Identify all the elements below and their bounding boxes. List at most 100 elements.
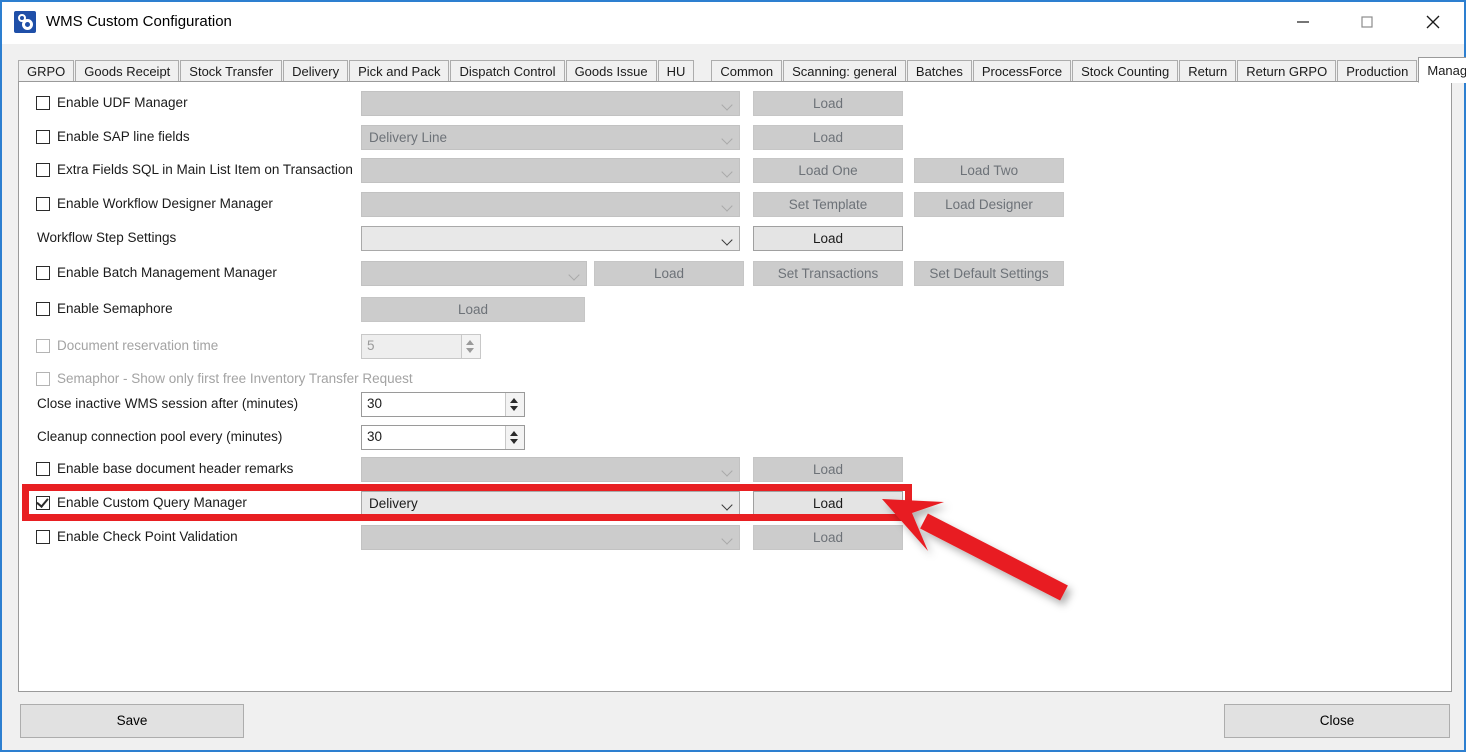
chevron-down-icon	[570, 271, 579, 280]
title-bar: WMS Custom Configuration	[2, 2, 1464, 44]
close-button[interactable]: Close	[1224, 704, 1450, 738]
tab-pick-and-pack[interactable]: Pick and Pack	[349, 60, 449, 82]
checkbox-semaphore[interactable]	[36, 302, 50, 316]
maximize-button[interactable]	[1344, 2, 1390, 42]
spinner-up-icon	[466, 340, 474, 345]
spinner-buttons-cleanup-connection-pool[interactable]	[505, 426, 524, 449]
spinner-down-icon	[466, 348, 474, 353]
label-document-reservation-time: Document reservation time	[57, 338, 218, 354]
label-extra-fields-sql: Extra Fields SQL in Main List Item on Tr…	[57, 162, 353, 178]
combobox-value-custom-query-manager: Delivery	[369, 496, 418, 511]
app-gear-icon	[14, 11, 36, 33]
button-extra-fields-sql-load-two: Load Two	[914, 158, 1064, 183]
window-title: WMS Custom Configuration	[46, 13, 232, 30]
checkbox-workflow-designer-manager[interactable]	[36, 197, 50, 211]
gear-large-icon	[22, 19, 33, 30]
combobox-workflow-step-settings[interactable]	[361, 226, 740, 251]
checkbox-udf-manager[interactable]	[36, 96, 50, 110]
label-base-document-header-remarks: Enable base document header remarks	[57, 461, 293, 477]
label-check-point-validation: Enable Check Point Validation	[57, 529, 238, 545]
combobox-custom-query-manager[interactable]: Delivery	[361, 491, 740, 516]
tab-stock-transfer[interactable]: Stock Transfer	[180, 60, 282, 82]
chevron-down-icon	[723, 202, 732, 211]
chevron-down-icon	[723, 101, 732, 110]
combobox-udf-manager	[361, 91, 740, 116]
button-semaphore-load: Load	[361, 297, 585, 322]
chevron-down-icon	[723, 501, 732, 510]
tab-delivery[interactable]: Delivery	[283, 60, 348, 82]
label-semaphor-first-free-itr: Semaphor - Show only first free Inventor…	[57, 371, 413, 387]
spinner-close-inactive-session[interactable]: 30	[361, 392, 525, 417]
button-extra-fields-sql-load-one: Load One	[753, 158, 903, 183]
combobox-sap-line-fields: Delivery Line	[361, 125, 740, 150]
tab-goods-issue[interactable]: Goods Issue	[566, 60, 657, 82]
spinner-down-icon[interactable]	[510, 439, 518, 444]
combobox-check-point-validation	[361, 525, 740, 550]
spinner-buttons-close-inactive-session[interactable]	[505, 393, 524, 416]
checkbox-sap-line-fields[interactable]	[36, 130, 50, 144]
checkbox-semaphor-first-free-itr	[36, 372, 50, 386]
spinner-down-icon[interactable]	[510, 406, 518, 411]
combobox-batch-management-manager	[361, 261, 587, 286]
tab-common[interactable]: Common	[711, 60, 782, 82]
tab-processforce[interactable]: ProcessForce	[973, 60, 1071, 82]
tab-grpo[interactable]: GRPO	[18, 60, 74, 82]
tab-strip: GRPOGoods ReceiptStock TransferDeliveryP…	[18, 58, 1452, 82]
minimize-button[interactable]	[1280, 2, 1326, 42]
label-semaphore: Enable Semaphore	[57, 301, 173, 317]
combobox-base-document-header-remarks	[361, 457, 740, 482]
label-workflow-step-settings: Workflow Step Settings	[37, 230, 176, 246]
tab-manager[interactable]: Manager	[1418, 57, 1466, 83]
tab-return[interactable]: Return	[1179, 60, 1236, 82]
check-tick-icon	[36, 495, 48, 508]
checkbox-document-reservation-time	[36, 339, 50, 353]
save-button[interactable]: Save	[20, 704, 244, 738]
tab-goods-receipt[interactable]: Goods Receipt	[75, 60, 179, 82]
tab-stock-counting[interactable]: Stock Counting	[1072, 60, 1178, 82]
spinner-buttons-document-reservation-time	[461, 335, 480, 358]
label-custom-query-manager: Enable Custom Query Manager	[57, 495, 247, 511]
combobox-workflow-designer-manager	[361, 192, 740, 217]
tab-dispatch-control[interactable]: Dispatch Control	[450, 60, 564, 82]
label-workflow-designer-manager: Enable Workflow Designer Manager	[57, 196, 273, 212]
chevron-down-icon	[723, 135, 732, 144]
spinner-cleanup-connection-pool[interactable]: 30	[361, 425, 525, 450]
spinner-up-icon[interactable]	[510, 431, 518, 436]
checkbox-custom-query-manager[interactable]	[36, 496, 50, 510]
checkbox-base-document-header-remarks[interactable]	[36, 462, 50, 476]
combobox-extra-fields-sql	[361, 158, 740, 183]
spinner-value-cleanup-connection-pool: 30	[367, 429, 382, 444]
button-sap-line-fields-load: Load	[753, 125, 903, 150]
button-batch-management-manager-set-transactions: Set Transactions	[753, 261, 903, 286]
button-workflow-step-settings-load[interactable]: Load	[753, 226, 903, 251]
spinner-up-icon[interactable]	[510, 398, 518, 403]
label-sap-line-fields: Enable SAP line fields	[57, 129, 190, 145]
button-custom-query-manager-load[interactable]: Load	[753, 491, 903, 516]
checkbox-check-point-validation[interactable]	[36, 530, 50, 544]
button-udf-manager-load: Load	[753, 91, 903, 116]
label-udf-manager: Enable UDF Manager	[57, 95, 188, 111]
tab-hu[interactable]: HU	[658, 60, 695, 82]
wms-custom-configuration-window: WMS Custom Configuration GRPOGoods Recei…	[0, 0, 1466, 752]
button-workflow-designer-manager-load-designer: Load Designer	[914, 192, 1064, 217]
spinner-value-close-inactive-session: 30	[367, 396, 382, 411]
tab-batches[interactable]: Batches	[907, 60, 972, 82]
label-batch-management-manager: Enable Batch Management Manager	[57, 265, 277, 281]
manager-tab-page: Enable UDF Manager Load Enable SAP line fi…	[18, 81, 1452, 692]
close-window-button[interactable]	[1410, 2, 1456, 42]
combobox-value-sap-line-fields: Delivery Line	[369, 130, 447, 145]
tab-production[interactable]: Production	[1337, 60, 1417, 82]
button-check-point-validation-load: Load	[753, 525, 903, 550]
tab-scanning-general[interactable]: Scanning: general	[783, 60, 906, 82]
checkbox-batch-management-manager[interactable]	[36, 266, 50, 280]
chevron-down-icon	[723, 168, 732, 177]
spinner-document-reservation-time: 5	[361, 334, 481, 359]
checkbox-extra-fields-sql[interactable]	[36, 163, 50, 177]
button-batch-management-manager-set-default-settings: Set Default Settings	[914, 261, 1064, 286]
label-close-inactive-session: Close inactive WMS session after (minute…	[37, 396, 298, 412]
button-batch-management-manager-load: Load	[594, 261, 744, 286]
tab-return-grpo[interactable]: Return GRPO	[1237, 60, 1336, 82]
chevron-down-icon	[723, 236, 732, 245]
chevron-down-icon	[723, 535, 732, 544]
label-cleanup-connection-pool: Cleanup connection pool every (minutes)	[37, 429, 282, 445]
